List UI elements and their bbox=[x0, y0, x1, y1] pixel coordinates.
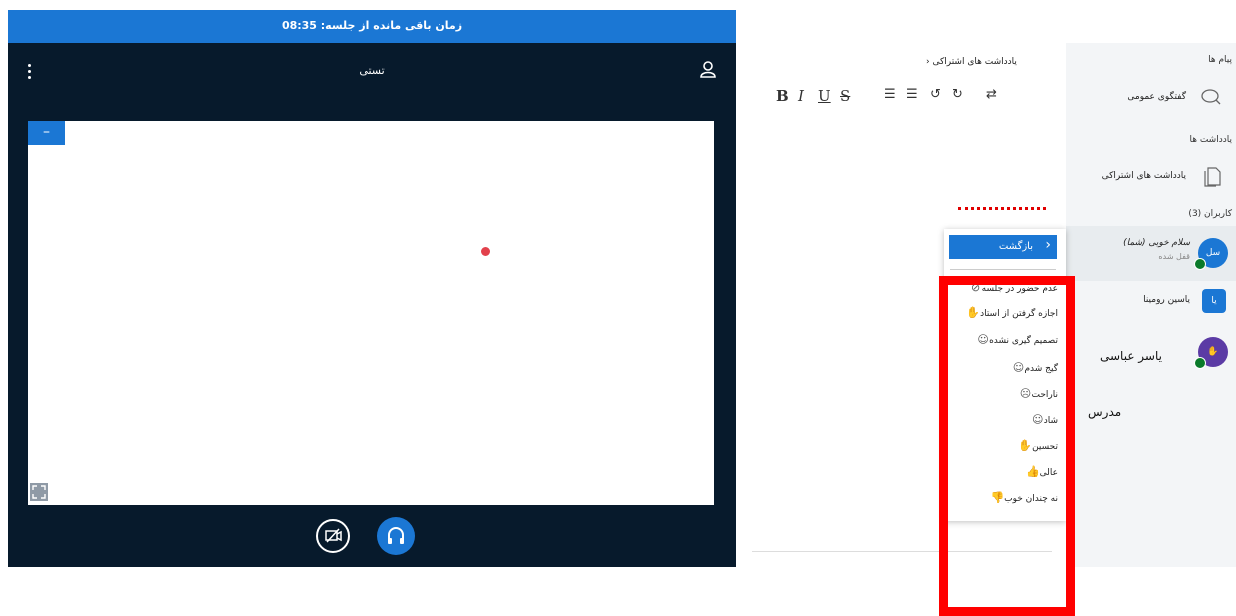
shared-notes-title[interactable]: یادداشت های اشتراکی ‹ bbox=[926, 57, 1017, 67]
chevron-right-icon: › bbox=[1045, 237, 1051, 253]
user-row[interactable]: یا یاسین رومینا bbox=[1066, 283, 1236, 323]
user-name: سلام خوبی (شما) bbox=[1123, 238, 1190, 248]
fullscreen-icon[interactable] bbox=[30, 483, 48, 501]
document-icon bbox=[1204, 167, 1221, 187]
ordered-list-icon[interactable]: ☰ bbox=[884, 87, 896, 102]
shared-notes-label: یادداشت های اشتراکی bbox=[1101, 171, 1186, 181]
camera-off-button[interactable] bbox=[316, 519, 350, 553]
redo-icon[interactable]: ↻ bbox=[952, 87, 963, 102]
public-chat-item[interactable]: گفتگوی عمومی bbox=[1066, 81, 1236, 111]
bullet-list-icon[interactable]: ☰ bbox=[906, 87, 918, 102]
clear-format-icon[interactable]: ⇄ bbox=[986, 87, 997, 102]
audio-headphones-button[interactable] bbox=[377, 517, 415, 555]
user-list-sidebar: پیام ها گفتگوی عمومی یادداشت ها یادداشت … bbox=[1066, 43, 1236, 567]
session-timer-bar: زمان باقی مانده از جلسه: 08:35 bbox=[8, 10, 736, 43]
users-header: کاربران (3) bbox=[1188, 209, 1232, 219]
user-row-self[interactable]: سل سلام خوبی (شما) قفل شده bbox=[1066, 226, 1236, 281]
undo-icon[interactable]: ↺ bbox=[930, 87, 941, 102]
strikethrough-button[interactable]: S bbox=[840, 87, 850, 105]
italic-button[interactable]: I bbox=[798, 87, 804, 105]
user-name-overlay: یاسر عباسی bbox=[1100, 349, 1162, 363]
microphone-icon bbox=[1194, 357, 1206, 369]
user-name: یاسین رومینا bbox=[1143, 295, 1190, 305]
user-status: قفل شده bbox=[1158, 252, 1190, 261]
shared-notes-item[interactable]: یادداشت های اشتراکی bbox=[1066, 161, 1236, 191]
messages-header: پیام ها bbox=[1208, 55, 1232, 65]
presentation-area: تستی – bbox=[8, 43, 736, 567]
divider bbox=[950, 269, 1056, 270]
annotation-dotted-line bbox=[958, 207, 1046, 210]
back-button[interactable]: › بازگشت bbox=[949, 235, 1057, 259]
underline-button[interactable]: U bbox=[818, 87, 831, 105]
public-chat-label: گفتگوی عمومی bbox=[1127, 92, 1186, 102]
chat-icon bbox=[1201, 89, 1221, 105]
avatar: یا bbox=[1202, 289, 1226, 313]
presentation-title: تستی bbox=[359, 64, 385, 77]
notes-toolbar: B I U S ☰ ☰ ↺ ↻ ⇄ bbox=[776, 87, 1036, 107]
remaining-time-text: زمان باقی مانده از جلسه: 08:35 bbox=[281, 19, 463, 32]
annotation-highlight-box bbox=[939, 276, 1075, 616]
presenter-pointer bbox=[481, 247, 490, 256]
minimize-presentation-button[interactable]: – bbox=[28, 121, 65, 145]
whiteboard[interactable] bbox=[28, 121, 714, 505]
microphone-icon bbox=[1194, 258, 1206, 270]
role-label: مدرس bbox=[1088, 405, 1122, 419]
bold-button[interactable]: B bbox=[776, 87, 789, 105]
notes-header: یادداشت ها bbox=[1189, 135, 1233, 145]
user-icon[interactable] bbox=[698, 59, 718, 79]
